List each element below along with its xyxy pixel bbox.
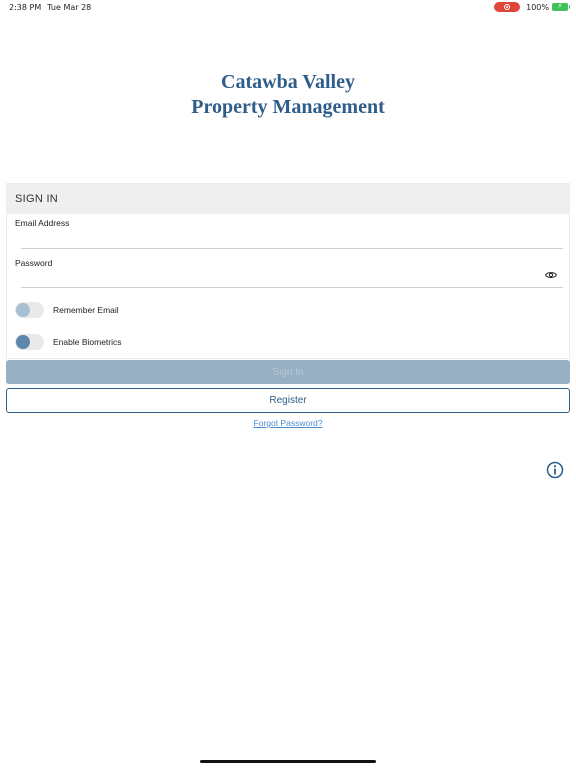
- app-logo: Catawba Valley Property Management: [0, 70, 576, 120]
- status-bar: 2:38 PM Tue Mar 28 100% ⚡: [0, 0, 576, 14]
- email-underline: [21, 248, 563, 249]
- recording-indicator-icon: [494, 2, 521, 12]
- email-label: Email Address: [15, 218, 70, 228]
- status-date: Tue Mar 28: [47, 3, 92, 12]
- enable-biometrics-toggle[interactable]: [15, 334, 44, 350]
- register-button[interactable]: Register: [6, 388, 570, 413]
- battery-charging-icon: ⚡: [552, 3, 570, 11]
- status-indicators: 100% ⚡: [494, 2, 570, 12]
- status-time: 2:38 PM: [9, 3, 42, 12]
- enable-biometrics-label: Enable Biometrics: [53, 337, 122, 347]
- remember-email-label: Remember Email: [53, 305, 119, 315]
- home-indicator: [200, 760, 376, 763]
- logo-line-2: Property Management: [191, 96, 385, 118]
- eye-icon[interactable]: [545, 271, 557, 279]
- battery-percent: 100%: [526, 2, 549, 12]
- logo-line-1: Catawba Valley: [221, 71, 355, 93]
- password-label: Password: [15, 258, 53, 268]
- remember-email-toggle[interactable]: [15, 302, 44, 318]
- email-input[interactable]: [21, 230, 563, 248]
- password-input[interactable]: [21, 270, 541, 288]
- sign-in-card: SIGN IN Email Address Password Remember …: [6, 183, 570, 359]
- sign-in-header: SIGN IN: [7, 184, 569, 214]
- info-icon[interactable]: [546, 461, 564, 479]
- remember-email-row: Remember Email: [15, 302, 119, 318]
- forgot-password-link[interactable]: Forgot Password?: [254, 418, 323, 428]
- enable-biometrics-row: Enable Biometrics: [15, 334, 122, 350]
- password-underline: [21, 287, 563, 288]
- sign-in-button[interactable]: Sign In: [6, 360, 570, 384]
